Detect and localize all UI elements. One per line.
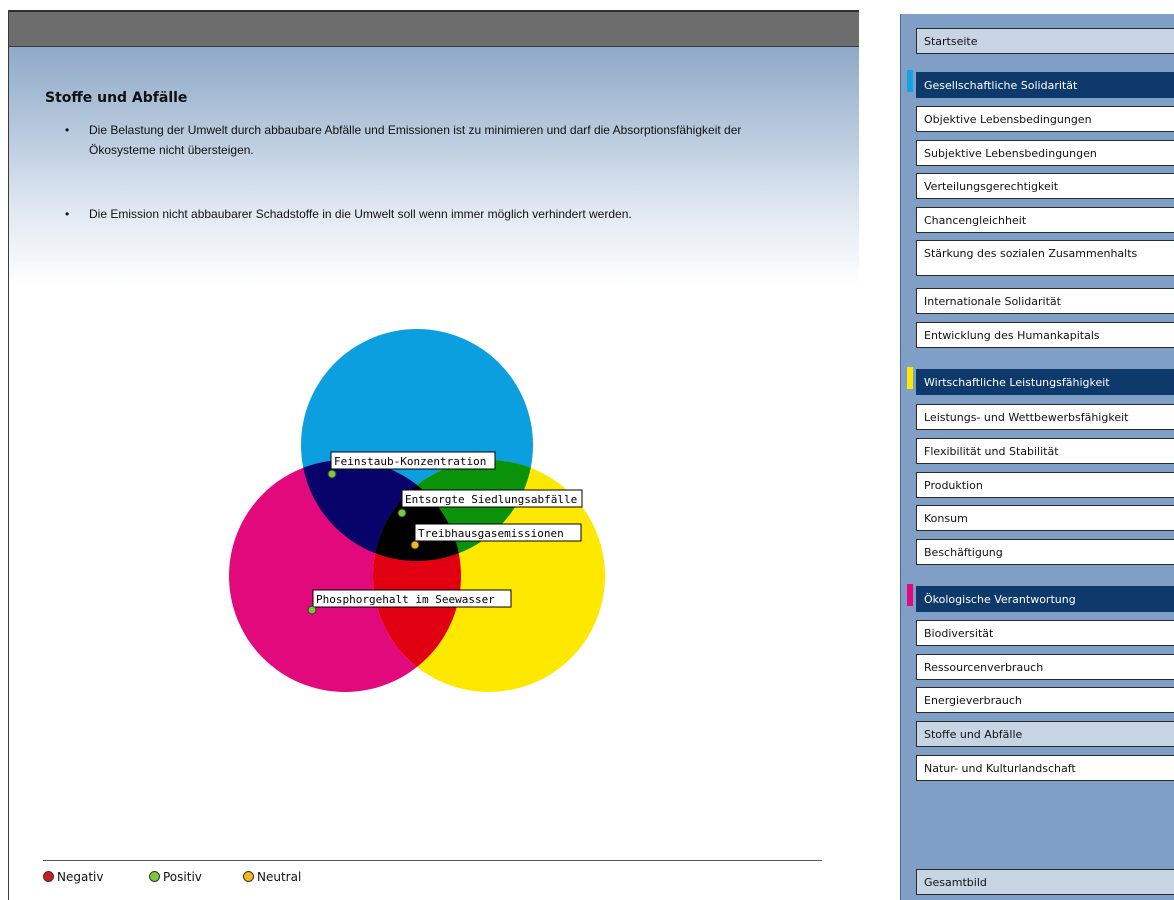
legend-label: Negativ bbox=[57, 870, 104, 884]
nav-startseite[interactable]: Startseite bbox=[916, 28, 1174, 54]
sidebar-nav: Startseite Gesellschaftliche Solidarität… bbox=[900, 14, 1174, 900]
goal-text: Die Emission nicht abbaubarer Schadstoff… bbox=[89, 207, 632, 221]
nav-stoffe-abfaelle[interactable]: Stoffe und Abfälle bbox=[916, 721, 1174, 747]
main-panel: Stoffe und Abfälle • Die Belastung der U… bbox=[8, 10, 859, 900]
nav-internationale-solidaritaet[interactable]: Internationale Solidarität bbox=[916, 288, 1174, 314]
goal-text: Die Belastung der Umwelt durch abbaubare… bbox=[89, 123, 742, 157]
nav-flexibilitaet-stabilitaet[interactable]: Flexibilität und Stabilität bbox=[916, 438, 1174, 464]
page-title: Stoffe und Abfälle bbox=[45, 90, 188, 106]
nav-konsum[interactable]: Konsum bbox=[916, 505, 1174, 531]
nav-chancengleichheit[interactable]: Chancengleichheit bbox=[916, 207, 1174, 233]
venn-diagram: Feinstaub-Konzentration Entsorgte Siedlu… bbox=[229, 329, 605, 692]
nav-energieverbrauch[interactable]: Energieverbrauch bbox=[916, 687, 1174, 713]
negative-dot-icon bbox=[43, 871, 54, 882]
nav-verteilungsgerechtigkeit[interactable]: Verteilungsgerechtigkeit bbox=[916, 173, 1174, 199]
positive-dot-icon bbox=[149, 871, 160, 882]
nav-biodiversitaet[interactable]: Biodiversität bbox=[916, 620, 1174, 646]
nav-subjektive-lebensbedingungen[interactable]: Subjektive Lebensbedingungen bbox=[916, 140, 1174, 166]
header-gradient bbox=[9, 47, 859, 287]
indicator-label: Treibhausgasemissionen bbox=[418, 527, 564, 540]
nav-wettbewerbsfaehigkeit[interactable]: Leistungs- und Wettbewerbsfähigkeit bbox=[916, 404, 1174, 430]
neutral-dot-icon bbox=[243, 871, 254, 882]
indicator-label: Phosphorgehalt im Seewasser bbox=[316, 593, 495, 606]
indicator-label: Feinstaub-Konzentration bbox=[334, 455, 486, 468]
nav-beschaeftigung[interactable]: Beschäftigung bbox=[916, 539, 1174, 565]
goal-bullet: • Die Emission nicht abbaubarer Schadsto… bbox=[65, 204, 765, 224]
nav-objektive-lebensbedingungen[interactable]: Objektive Lebensbedingungen bbox=[916, 106, 1174, 132]
nav-gesamtbild[interactable]: Gesamtbild bbox=[916, 869, 1174, 895]
status-dot bbox=[397, 508, 407, 518]
legend-item-neutral: Neutral bbox=[243, 870, 301, 884]
top-bar bbox=[9, 10, 859, 47]
nav-ressourcenverbrauch[interactable]: Ressourcenverbrauch bbox=[916, 654, 1174, 680]
category-marker bbox=[907, 584, 913, 606]
nav-oekologische-verantwortung[interactable]: Ökologische Verantwortung bbox=[916, 586, 1174, 612]
nav-humankapital[interactable]: Entwicklung des Humankapitals bbox=[916, 322, 1174, 348]
status-dot bbox=[327, 469, 337, 479]
indicator-label: Entsorgte Siedlungsabfälle bbox=[405, 493, 577, 506]
status-dot bbox=[307, 605, 317, 615]
nav-staerkung-zusammenhalt[interactable]: Stärkung des sozialen Zusammenhalts bbox=[916, 240, 1174, 276]
legend-label: Neutral bbox=[257, 870, 302, 884]
bullet-marker: • bbox=[65, 207, 70, 221]
bullet-marker: • bbox=[65, 123, 70, 137]
legend-divider bbox=[43, 860, 822, 861]
nav-gesellschaftliche-solidaritaet[interactable]: Gesellschaftliche Solidarität bbox=[916, 72, 1174, 98]
legend-item-positiv: Positiv bbox=[149, 870, 202, 884]
goal-bullet: • Die Belastung der Umwelt durch abbauba… bbox=[65, 120, 765, 160]
category-marker bbox=[907, 70, 913, 92]
legend-label: Positiv bbox=[163, 870, 202, 884]
nav-natur-kulturlandschaft[interactable]: Natur- und Kulturlandschaft bbox=[916, 755, 1174, 781]
legend-item-negativ: Negativ bbox=[43, 870, 103, 884]
nav-produktion[interactable]: Produktion bbox=[916, 472, 1174, 498]
status-dot bbox=[410, 540, 420, 550]
category-marker bbox=[907, 367, 913, 389]
nav-wirtschaftliche-leistungsfaehigkeit[interactable]: Wirtschaftliche Leistungsfähigkeit bbox=[916, 369, 1174, 395]
